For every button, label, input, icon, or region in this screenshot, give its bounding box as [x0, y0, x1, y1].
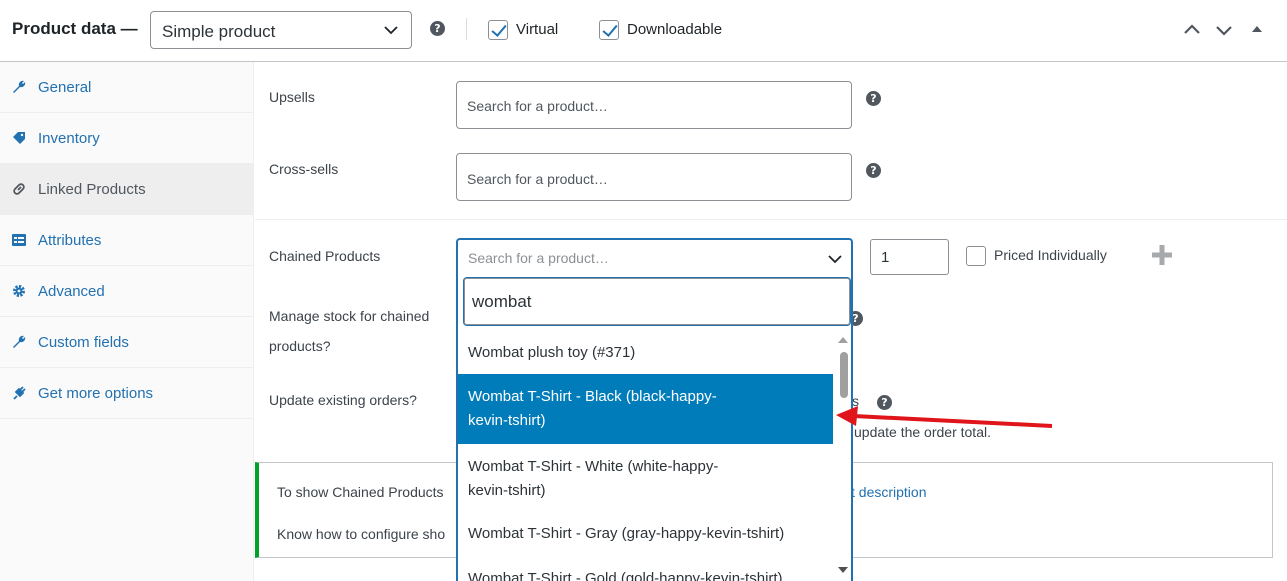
dropdown-option[interactable]: Wombat T-Shirt - Gray (gray-happy-kevin-…	[458, 514, 833, 554]
tab-get-more-options[interactable]: Get more options	[0, 368, 253, 419]
virtual-label: Virtual	[516, 21, 559, 38]
wrench-icon	[13, 80, 26, 93]
help-icon[interactable]: ?	[866, 91, 881, 106]
quantity-value: 1	[881, 249, 890, 266]
upsells-input[interactable]: Search for a product…	[456, 81, 852, 129]
chevron-down-icon[interactable]	[1214, 20, 1234, 40]
tag-icon	[13, 132, 25, 144]
tab-label: Get more options	[38, 385, 154, 402]
product-data-tabs: General Inventory Linked Products Attrib…	[0, 62, 254, 581]
notice-link[interactable]: ct description	[844, 484, 926, 500]
tab-inventory[interactable]: Inventory	[0, 113, 253, 164]
tab-attributes[interactable]: Attributes	[0, 215, 253, 266]
crosssells-placeholder: Search for a product…	[467, 171, 608, 187]
crosssells-label: Cross-sells	[269, 161, 339, 177]
tab-label: Attributes	[38, 232, 102, 249]
virtual-checkbox[interactable]	[488, 20, 508, 40]
tab-linked-products[interactable]: Linked Products	[0, 164, 253, 215]
priced-individually-label: Priced Individually	[994, 247, 1107, 263]
annotation-arrow-icon	[836, 406, 1053, 428]
product-data-title: Product data —	[12, 19, 138, 38]
tab-label: Linked Products	[38, 181, 146, 198]
list-icon	[12, 234, 26, 246]
tab-custom-fields[interactable]: Custom fields	[0, 317, 253, 368]
scroll-up-arrow-icon[interactable]	[837, 335, 849, 345]
option-label: Wombat T-Shirt - Gold (gold-happy-kevin-…	[468, 570, 783, 581]
link-icon	[13, 183, 25, 195]
dropdown-option-highlighted[interactable]: Wombat T-Shirt - Black (black-happy- kev…	[458, 374, 833, 444]
scroll-down-arrow-icon[interactable]	[837, 565, 849, 575]
plugin-icon	[13, 386, 26, 400]
tab-label: Custom fields	[38, 334, 129, 351]
notice-text: To show Chained Products	[277, 484, 444, 500]
chained-products-select[interactable]: Search for a product…	[458, 240, 851, 276]
scrollbar-thumb[interactable]	[840, 352, 848, 398]
product-type-value: Simple product	[162, 22, 276, 41]
downloadable-label: Downloadable	[627, 21, 723, 38]
product-type-select[interactable]: Simple product	[150, 11, 412, 49]
option-label: Wombat T-Shirt - Black (black-happy- kev…	[468, 388, 717, 429]
crosssells-input[interactable]: Search for a product…	[456, 153, 852, 201]
chained-products-dropdown[interactable]: Search for a product… wombat Wombat plus…	[456, 238, 853, 581]
gear-icon	[13, 285, 25, 297]
dropdown-search-input[interactable]: wombat	[464, 278, 850, 325]
dropdown-option[interactable]: Wombat T-Shirt - Gold (gold-happy-kevin-…	[458, 554, 833, 581]
divider	[255, 219, 1287, 220]
tab-label: General	[38, 79, 92, 96]
priced-individually-checkbox[interactable]	[966, 246, 986, 266]
upsells-label: Upsells	[269, 89, 315, 105]
option-label: Wombat T-Shirt - Gray (gray-happy-kevin-…	[468, 525, 785, 542]
divider	[466, 18, 467, 40]
help-icon[interactable]: ?	[430, 21, 445, 36]
triangle-up-icon[interactable]	[1250, 20, 1264, 40]
chevron-down-icon	[828, 255, 842, 264]
chained-products-label: Chained Products	[269, 248, 381, 264]
chevron-up-icon[interactable]	[1182, 20, 1202, 40]
notice-text-2: Know how to configure sho	[277, 526, 446, 542]
update-orders-label: Update existing orders?	[269, 392, 417, 408]
select-placeholder: Search for a product…	[468, 250, 609, 266]
tab-advanced[interactable]: Advanced	[0, 266, 253, 317]
product-data-header: Product data — Simple product ? Virtual …	[0, 0, 1287, 62]
upsells-placeholder: Search for a product…	[467, 98, 608, 114]
option-label: Wombat plush toy (#371)	[468, 344, 636, 361]
tab-general[interactable]: General	[0, 62, 253, 113]
help-icon[interactable]: ?	[866, 163, 881, 178]
dropdown-option[interactable]: Wombat T-Shirt - White (white-happy- kev…	[458, 444, 833, 514]
downloadable-checkbox[interactable]	[599, 20, 619, 40]
tab-label: Advanced	[38, 283, 105, 300]
search-value: wombat	[472, 292, 532, 311]
plus-icon[interactable]	[1150, 243, 1174, 267]
chevron-down-icon	[384, 26, 398, 35]
option-label: Wombat T-Shirt - White (white-happy- kev…	[468, 458, 719, 499]
chained-quantity-input[interactable]: 1	[870, 239, 949, 275]
manage-stock-label: Manage stock for chained	[269, 308, 430, 324]
dropdown-option[interactable]: Wombat plush toy (#371)	[458, 330, 833, 374]
manage-stock-label-2: products?	[269, 338, 331, 354]
tab-label: Inventory	[38, 130, 100, 147]
wrench-icon	[13, 335, 26, 348]
